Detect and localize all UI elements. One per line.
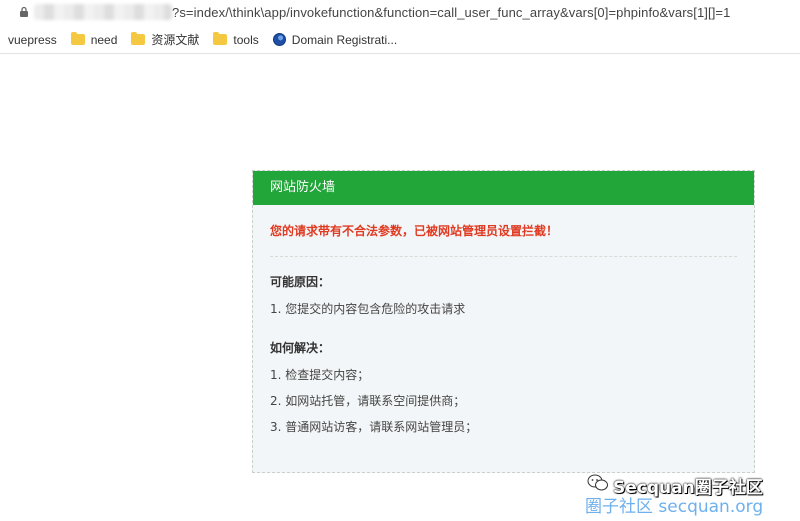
bookmark-resources[interactable]: 资源文献 [131,29,199,51]
folder-icon [213,32,228,45]
firewall-panel: 网站防火墙 您的请求带有不合法参数，已被网站管理员设置拦截！ 可能原因： 1. … [252,170,755,473]
reasons-title: 可能原因： [270,275,331,289]
bookmarks-bar: vuepress need 资源文献 tools Domain Registra… [0,26,800,54]
reason-item: 1. 您提交的内容包含危险的攻击请求 [270,302,466,316]
bookmark-vuepress[interactable]: vuepress [8,29,57,51]
bookmark-label: need [90,32,118,47]
wechat-icon [587,474,609,492]
bookmark-tools[interactable]: tools [213,29,259,51]
bookmark-domain-registration[interactable]: Domain Registrati... [272,29,398,51]
folder-icon [131,32,146,45]
bookmark-label: tools [233,32,259,47]
bookmark-label: 资源文献 [151,33,200,47]
solution-item: 2. 如网站托管，请联系空间提供商； [270,394,466,408]
solution-item: 1. 检查提交内容； [270,368,370,382]
redacted-host [34,4,172,20]
address-bar[interactable]: ?s=index/\think\app/invokefunction&funct… [0,0,800,26]
globe-icon [272,33,286,46]
block-warning: 您的请求带有不合法参数，已被网站管理员设置拦截！ [270,224,559,238]
watermark-line2: 圈子社区 secquan.org [585,497,764,517]
bookmark-label: vuepress [8,32,57,47]
bookmark-label: Domain Registrati... [291,32,398,47]
url-text[interactable]: ?s=index/\think\app/invokefunction&funct… [172,5,730,20]
lock-icon[interactable] [18,6,30,18]
folder-icon [70,32,85,45]
watermark: Secquan圈子社区 圈子社区 secquan.org [583,470,798,518]
divider [270,256,737,257]
solutions-title: 如何解决： [270,341,331,355]
solution-item: 3. 普通网站访客，请联系网站管理员； [270,420,478,434]
bookmark-need[interactable]: need [70,29,118,51]
panel-title: 网站防火墙 [253,171,754,205]
